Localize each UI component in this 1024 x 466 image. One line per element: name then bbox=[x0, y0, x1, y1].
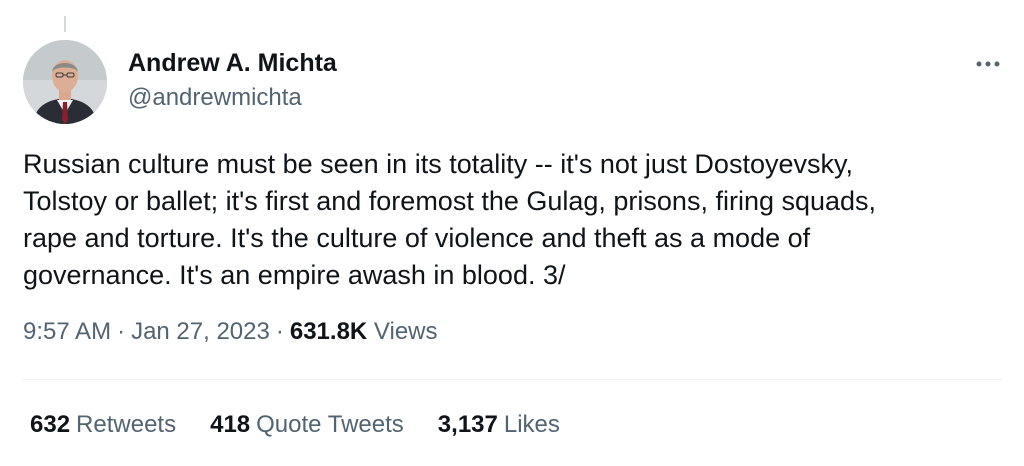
tweet-meta: 9:57 AM · Jan 27, 2023 · 631.8K Views bbox=[23, 316, 438, 348]
divider bbox=[23, 379, 1003, 380]
tweet-stats: 632 Retweets 418 Quote Tweets 3,137 Likes bbox=[30, 409, 560, 441]
likes-count: 3,137 bbox=[437, 411, 498, 438]
views-count: 631.8K bbox=[289, 318, 368, 345]
quote-tweets-stat[interactable]: 418 Quote Tweets bbox=[210, 409, 404, 441]
tweet-date[interactable]: Jan 27, 2023 bbox=[131, 318, 270, 345]
tweet-time[interactable]: 9:57 AM bbox=[23, 318, 111, 345]
retweets-stat[interactable]: 632 Retweets bbox=[30, 409, 176, 441]
tweet-detail: Andrew A. Michta @andrewmichta Russian c… bbox=[0, 0, 1024, 466]
meta-separator: · bbox=[117, 318, 126, 345]
author-display-name[interactable]: Andrew A. Michta bbox=[128, 48, 337, 78]
quote-tweets-label: Quote Tweets bbox=[256, 411, 404, 438]
tweet-text: Russian culture must be seen in its tota… bbox=[23, 149, 877, 290]
likes-label: Likes bbox=[503, 411, 560, 438]
thread-connector-line bbox=[64, 16, 66, 32]
author-handle[interactable]: @andrewmichta bbox=[128, 84, 302, 112]
avatar[interactable] bbox=[23, 40, 107, 124]
avatar-photo-icon bbox=[23, 40, 107, 124]
retweets-count: 632 bbox=[30, 411, 71, 438]
more-options-icon bbox=[976, 61, 1000, 67]
more-options-button[interactable] bbox=[968, 52, 1008, 76]
views-label: Views bbox=[373, 318, 438, 345]
likes-stat[interactable]: 3,137 Likes bbox=[438, 409, 560, 441]
meta-separator: · bbox=[275, 318, 284, 345]
quote-tweets-count: 418 bbox=[210, 411, 251, 438]
retweets-label: Retweets bbox=[76, 411, 177, 438]
